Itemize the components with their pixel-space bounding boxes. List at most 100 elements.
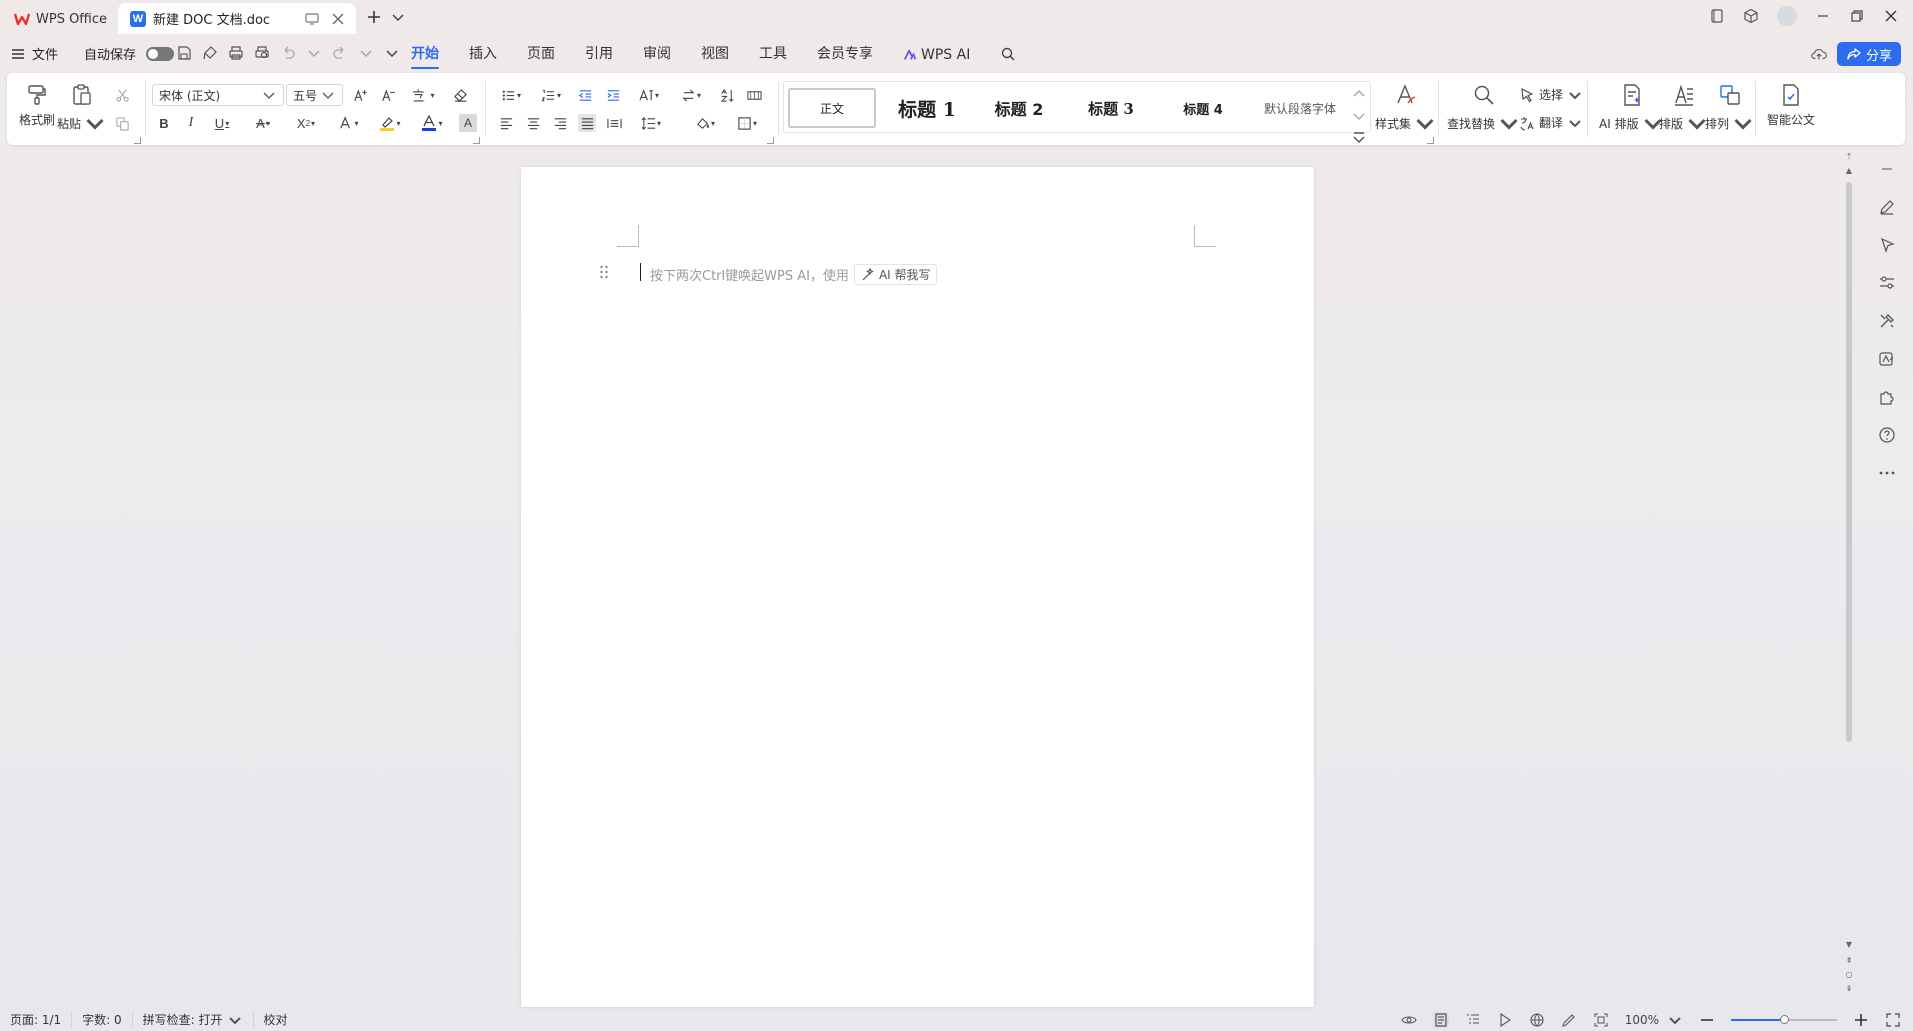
font-name-select[interactable]: 宋体 (正文)	[152, 84, 284, 106]
puzzle-icon[interactable]	[1878, 388, 1896, 406]
previous-page-icon[interactable]: ⇞	[1844, 956, 1854, 965]
scroll-top-icon[interactable]: ⇡	[1844, 152, 1854, 161]
character-shading-icon[interactable]: A	[459, 114, 477, 132]
search-button[interactable]	[985, 44, 1031, 66]
outline-view-icon[interactable]	[1465, 1012, 1481, 1028]
window-layout-icon[interactable]	[1709, 8, 1725, 24]
distribute-icon[interactable]	[605, 114, 623, 132]
zoom-slider[interactable]	[1731, 1014, 1837, 1024]
scrollbar-thumb[interactable]	[1846, 182, 1852, 742]
sort-order-icon[interactable]: ▾	[677, 86, 705, 104]
autosave-toggle[interactable]	[146, 46, 175, 61]
pointer-select-icon[interactable]	[1878, 236, 1896, 254]
superscript-icon[interactable]: X 2 ▾	[292, 114, 320, 132]
page-view-icon[interactable]	[1432, 1011, 1449, 1028]
translate-button[interactable]: 翻译	[1519, 114, 1583, 131]
document-page[interactable]: 按下两次Ctrl键唤起WPS AI，使用 AI 帮我写	[521, 167, 1314, 1007]
vertical-scrollbar[interactable]: ⇡ ▲ ▼ ⇞ ○ ⇟	[1844, 152, 1854, 1002]
increase-indent-icon[interactable]	[604, 86, 622, 104]
clipboard-dialog-launcher[interactable]	[134, 137, 141, 144]
bullet-list-icon[interactable]: ▾	[497, 86, 525, 104]
ai-help-write-button[interactable]: AI 帮我写	[853, 264, 937, 285]
zoom-out-icon[interactable]	[1699, 1012, 1715, 1028]
style-heading-2[interactable]: 标题 2	[976, 88, 1062, 128]
redo-chevron-icon[interactable]	[358, 45, 374, 61]
close-tab-icon[interactable]	[330, 11, 346, 27]
pen-edit-icon[interactable]	[1878, 198, 1896, 216]
tab-page[interactable]: 页面	[512, 44, 570, 66]
style-default-paragraph-font[interactable]: 默认段落字体	[1250, 88, 1350, 128]
tools-icon[interactable]	[1878, 312, 1896, 330]
file-menu[interactable]: 文件	[32, 44, 58, 63]
font-dialog-launcher[interactable]	[473, 137, 480, 144]
gallery-expand-icon[interactable]	[1351, 130, 1367, 146]
justify-icon[interactable]	[578, 114, 596, 132]
tab-member[interactable]: 会员专享	[802, 44, 888, 66]
align-left-icon[interactable]	[497, 114, 515, 132]
zoom-select[interactable]: 100%	[1625, 1012, 1683, 1028]
undo-icon[interactable]	[280, 45, 296, 61]
avatar[interactable]	[1777, 6, 1797, 26]
styles-dialog-launcher[interactable]	[1427, 137, 1434, 144]
print-icon[interactable]	[228, 45, 244, 61]
font-size-select[interactable]: 五号	[286, 84, 343, 106]
adjust-settings-icon[interactable]	[1878, 274, 1896, 292]
find-replace-button[interactable]: 查找替换	[1447, 83, 1521, 135]
gallery-scroll-up-icon[interactable]	[1351, 86, 1367, 102]
shading-icon[interactable]: ▾	[691, 114, 719, 132]
collapse-panel-icon[interactable]	[1878, 160, 1896, 178]
style-set-button[interactable]: 样式集	[1375, 83, 1437, 135]
fit-page-icon[interactable]	[1593, 1012, 1609, 1028]
underline-icon[interactable]: U ▾	[209, 114, 235, 132]
select-button[interactable]: 选择	[1519, 86, 1583, 103]
decrease-font-size-icon[interactable]	[380, 86, 398, 104]
close-window-icon[interactable]	[1883, 8, 1899, 24]
float-window-icon[interactable]	[304, 11, 320, 27]
arrange-button[interactable]: 排列	[1705, 83, 1755, 135]
spell-check-status[interactable]: 拼写检查: 打开	[133, 1011, 254, 1028]
cut-icon[interactable]	[113, 86, 131, 104]
browse-object-icon[interactable]: ○	[1844, 970, 1854, 979]
bold-icon[interactable]: B	[155, 114, 173, 132]
align-center-icon[interactable]	[524, 114, 542, 132]
save-icon[interactable]	[176, 45, 192, 61]
minimize-icon[interactable]	[1815, 8, 1831, 24]
zoom-slider-knob[interactable]	[1780, 1014, 1789, 1024]
tab-references[interactable]: 引用	[570, 44, 628, 66]
italic-icon[interactable]: I	[182, 114, 200, 132]
cloud-upload-icon[interactable]	[1811, 46, 1827, 62]
scroll-up-icon[interactable]: ▲	[1844, 166, 1854, 175]
writing-mode-icon[interactable]	[1561, 1012, 1577, 1028]
strikethrough-icon[interactable]: A ▾	[249, 114, 277, 132]
more-icon[interactable]	[1878, 464, 1896, 482]
page-indicator[interactable]: 页面: 1/1	[10, 1011, 73, 1028]
eye-protection-icon[interactable]	[1401, 1012, 1417, 1028]
gallery-scroll-down-icon[interactable]	[1351, 108, 1367, 124]
word-count[interactable]: 字数: 0	[72, 1011, 133, 1028]
tab-view[interactable]: 视图	[686, 44, 744, 66]
tab-document[interactable]: W 新建 DOC 文档.doc	[118, 3, 356, 34]
layout-button[interactable]: 排版	[1659, 83, 1709, 135]
new-tab-icon[interactable]	[366, 9, 382, 25]
paste-button[interactable]: 粘贴	[57, 83, 107, 135]
ai-layout-button[interactable]: AI 排版	[1599, 83, 1665, 135]
text-direction-icon[interactable]: ▾	[635, 86, 663, 104]
style-heading-4[interactable]: 标题 4	[1160, 88, 1246, 128]
clear-format-icon[interactable]	[451, 86, 469, 104]
help-icon[interactable]	[1878, 426, 1896, 444]
restore-icon[interactable]	[1849, 8, 1865, 24]
share-button[interactable]: 分享	[1836, 42, 1901, 66]
tab-home[interactable]: 开始	[396, 44, 454, 69]
align-right-icon[interactable]	[551, 114, 569, 132]
text-effect-icon[interactable]: ▾	[335, 114, 363, 132]
line-spacing-icon[interactable]: ▾	[637, 114, 665, 132]
borders-icon[interactable]: ▾	[733, 114, 761, 132]
tab-wps-ai[interactable]: WPS AI	[888, 44, 985, 66]
tab-tools[interactable]: 工具	[744, 44, 802, 66]
drag-handle-icon[interactable]	[599, 265, 609, 279]
decrease-indent-icon[interactable]	[576, 86, 594, 104]
play-icon[interactable]	[1497, 1012, 1513, 1028]
paragraph-dialog-launcher[interactable]	[767, 137, 774, 144]
show-marks-icon[interactable]	[745, 86, 763, 104]
copy-icon[interactable]	[113, 114, 131, 132]
